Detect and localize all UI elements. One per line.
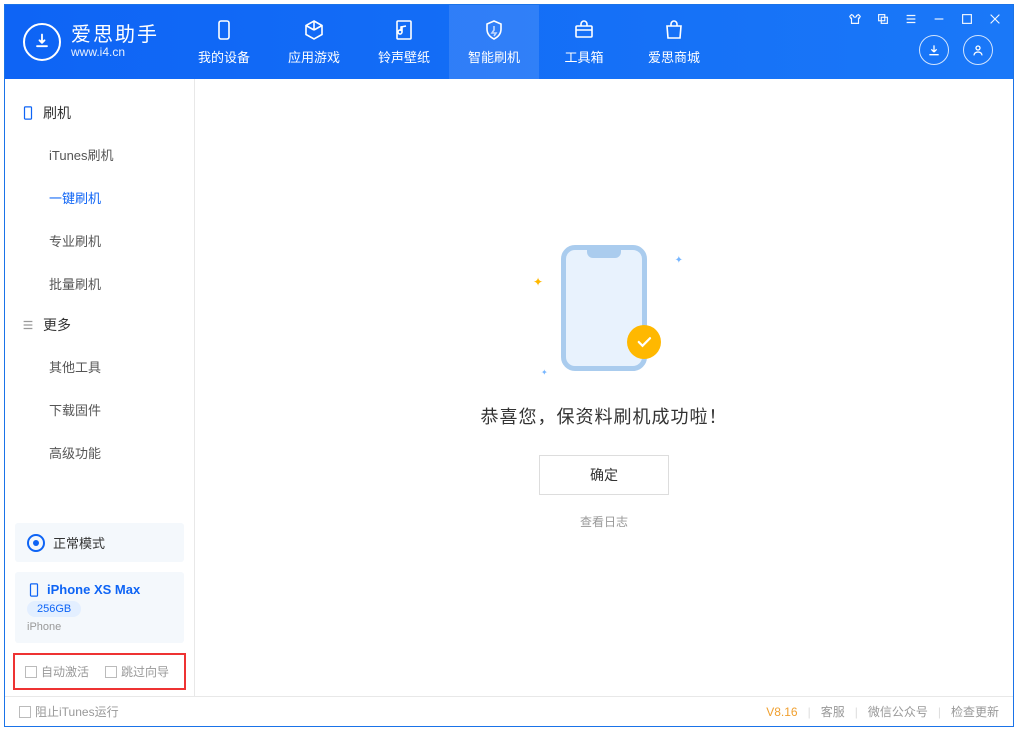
- nav-ringtones[interactable]: 铃声壁纸: [359, 5, 449, 79]
- success-illustration: ✦ ✦ ✦: [561, 245, 647, 371]
- sidebar: 刷机 iTunes刷机 一键刷机 专业刷机 批量刷机 更多 其他工具 下载固件 …: [5, 79, 195, 696]
- main-content: ✦ ✦ ✦ 恭喜您，保资料刷机成功啦！ 确定 查看日志: [195, 79, 1013, 696]
- confirm-button[interactable]: 确定: [539, 455, 669, 495]
- success-message: 恭喜您，保资料刷机成功啦！: [481, 403, 728, 429]
- checkbox-skip-guide[interactable]: 跳过向导: [105, 663, 169, 680]
- header-right-icons: [919, 35, 993, 65]
- link-wechat[interactable]: 微信公众号: [868, 703, 928, 720]
- check-badge-icon: [627, 325, 661, 359]
- device-name: iPhone XS Max: [47, 582, 140, 597]
- tshirt-icon[interactable]: [847, 11, 863, 27]
- side-itunes-flash[interactable]: iTunes刷机: [5, 133, 194, 176]
- logo: 爱思助手 www.i4.cn: [5, 5, 179, 79]
- nav-apps-games[interactable]: 应用游戏: [269, 5, 359, 79]
- nav-toolbox[interactable]: 工具箱: [539, 5, 629, 79]
- nav-label: 爱思商城: [648, 47, 700, 66]
- download-icon[interactable]: [919, 35, 949, 65]
- nav-smart-flash[interactable]: 智能刷机: [449, 5, 539, 79]
- checkbox-icon: [19, 706, 31, 718]
- group-label: 刷机: [43, 103, 71, 123]
- link-update[interactable]: 检查更新: [951, 703, 999, 720]
- title-bar: 爱思助手 www.i4.cn 我的设备 应用游戏 铃声壁纸 智能刷机: [5, 5, 1013, 79]
- device-type: iPhone: [27, 621, 172, 633]
- close-icon[interactable]: [987, 11, 1003, 27]
- device-icon: [27, 583, 41, 597]
- mode-box[interactable]: 正常模式: [15, 523, 184, 562]
- nav-label: 智能刷机: [468, 47, 520, 66]
- side-other-tools[interactable]: 其他工具: [5, 345, 194, 388]
- nav-mall[interactable]: 爱思商城: [629, 5, 719, 79]
- logo-icon: [23, 23, 61, 61]
- menu-icon[interactable]: [903, 11, 919, 27]
- mode-label: 正常模式: [53, 533, 105, 552]
- body: 刷机 iTunes刷机 一键刷机 专业刷机 批量刷机 更多 其他工具 下载固件 …: [5, 79, 1013, 696]
- window-controls: [847, 11, 1003, 27]
- highlighted-options: 自动激活 跳过向导: [13, 653, 186, 690]
- checkbox-icon: [25, 666, 37, 678]
- group-label: 更多: [43, 315, 71, 335]
- version-label: V8.16: [766, 705, 797, 719]
- app-window: 爱思助手 www.i4.cn 我的设备 应用游戏 铃声壁纸 智能刷机: [4, 4, 1014, 727]
- group-flash: 刷机: [5, 93, 194, 133]
- mode-icon: [27, 534, 45, 552]
- checkbox-auto-activate[interactable]: 自动激活: [25, 663, 89, 680]
- phone-icon: [21, 106, 35, 120]
- device-capacity: 256GB: [27, 601, 81, 617]
- nav-label: 工具箱: [564, 47, 603, 66]
- nav-label: 我的设备: [198, 47, 250, 66]
- side-pro-flash[interactable]: 专业刷机: [5, 219, 194, 262]
- link-support[interactable]: 客服: [821, 703, 845, 720]
- checkbox-label: 自动激活: [41, 663, 89, 680]
- group-more: 更多: [5, 305, 194, 345]
- user-icon[interactable]: [963, 35, 993, 65]
- status-bar: 阻止iTunes运行 V8.16 | 客服 | 微信公众号 | 检查更新: [5, 696, 1013, 726]
- view-log-link[interactable]: 查看日志: [580, 513, 628, 530]
- nav-tabs: 我的设备 应用游戏 铃声壁纸 智能刷机 工具箱 爱思商城: [179, 5, 719, 79]
- side-batch-flash[interactable]: 批量刷机: [5, 262, 194, 305]
- side-advanced[interactable]: 高级功能: [5, 431, 194, 474]
- checkbox-block-itunes[interactable]: 阻止iTunes运行: [19, 703, 119, 720]
- app-url: www.i4.cn: [71, 46, 159, 59]
- checkbox-icon: [105, 666, 117, 678]
- device-box[interactable]: iPhone XS Max 256GB iPhone: [15, 572, 184, 643]
- minimize-icon[interactable]: [931, 11, 947, 27]
- maximize-icon[interactable]: [959, 11, 975, 27]
- checkbox-label: 阻止iTunes运行: [35, 703, 119, 720]
- list-icon: [21, 318, 35, 332]
- side-onekey-flash[interactable]: 一键刷机: [5, 176, 194, 219]
- app-name: 爱思助手: [71, 24, 159, 46]
- checkbox-label: 跳过向导: [121, 663, 169, 680]
- side-download-fw[interactable]: 下载固件: [5, 388, 194, 431]
- copy-icon[interactable]: [875, 11, 891, 27]
- nav-label: 铃声壁纸: [378, 47, 430, 66]
- nav-label: 应用游戏: [288, 47, 340, 66]
- nav-my-device[interactable]: 我的设备: [179, 5, 269, 79]
